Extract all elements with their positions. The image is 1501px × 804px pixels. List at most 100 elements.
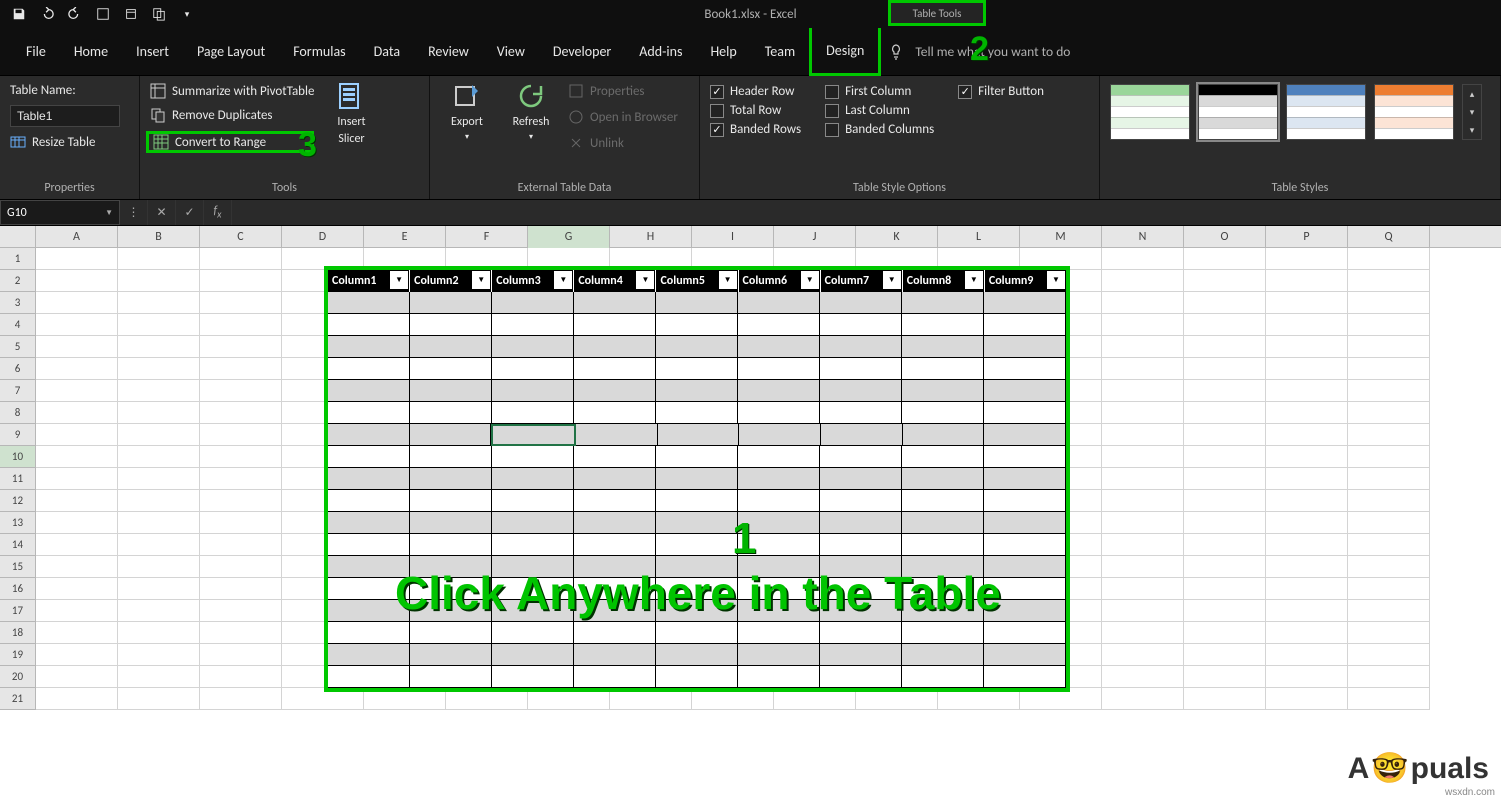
filter-dropdown-icon[interactable]: ▼ [883,271,901,289]
column-header[interactable]: I [692,226,774,248]
table-cell[interactable] [656,490,738,512]
cell[interactable] [1184,512,1266,534]
table-cell[interactable] [328,336,410,358]
cell[interactable] [1102,556,1184,578]
table-cell[interactable] [984,490,1066,512]
cell[interactable] [1102,380,1184,402]
cell[interactable] [200,490,282,512]
table-cell[interactable] [656,468,738,490]
table-cell[interactable] [902,512,984,534]
table-cell[interactable] [574,336,656,358]
table-cell[interactable] [821,424,903,446]
table-cell[interactable] [902,446,984,468]
cell[interactable] [1184,446,1266,468]
row-header[interactable]: 17 [0,600,36,622]
table-cell[interactable] [820,622,902,644]
column-header[interactable]: O [1184,226,1266,248]
table-cell[interactable] [820,468,902,490]
row-header[interactable]: 15 [0,556,36,578]
table-cell[interactable] [574,446,656,468]
table-cell[interactable] [410,424,492,446]
redo-icon[interactable] [64,3,86,25]
table-cell[interactable] [492,314,574,336]
cell[interactable] [36,358,118,380]
tab-insert[interactable]: Insert [122,28,183,76]
table-cell[interactable] [328,512,410,534]
table-cell[interactable] [738,336,820,358]
cell[interactable] [118,512,200,534]
cell[interactable] [1102,688,1184,710]
table-cell[interactable] [656,336,738,358]
table-cell[interactable] [492,358,574,380]
cell[interactable] [1266,380,1348,402]
table-cell[interactable] [410,512,492,534]
cell[interactable] [200,622,282,644]
cell[interactable] [118,468,200,490]
tab-design[interactable]: Design [809,28,881,76]
cell[interactable] [1184,490,1266,512]
cell[interactable] [1266,336,1348,358]
cell[interactable] [118,622,200,644]
cell[interactable] [1348,424,1430,446]
cell[interactable] [1102,446,1184,468]
table-cell[interactable] [574,314,656,336]
cell[interactable] [1102,314,1184,336]
cell[interactable] [36,446,118,468]
row-header[interactable]: 9 [0,424,36,446]
cell[interactable] [118,600,200,622]
table-cell[interactable] [574,622,656,644]
table-cell[interactable] [820,446,902,468]
cell[interactable] [1348,446,1430,468]
column-header[interactable]: C [200,226,282,248]
table-cell[interactable] [984,666,1066,688]
table-cell[interactable] [574,402,656,424]
table-cell[interactable] [656,622,738,644]
cell[interactable] [1102,424,1184,446]
remove-duplicates-button[interactable]: Remove Duplicates [150,107,314,123]
table-cell[interactable] [656,512,738,534]
cell[interactable] [36,336,118,358]
cell[interactable] [36,314,118,336]
cell[interactable] [1102,292,1184,314]
cell[interactable] [1348,380,1430,402]
table-cell[interactable] [492,292,574,314]
excel-table[interactable]: Column1▼Column2▼Column3▼Column4▼Column5▼… [324,266,1070,692]
table-cell[interactable] [984,292,1066,314]
table-cell[interactable] [410,666,492,688]
row-header[interactable]: 7 [0,380,36,402]
table-cell[interactable] [820,380,902,402]
table-cell[interactable] [410,534,492,556]
table-style-swatch[interactable] [1110,84,1190,140]
table-cell[interactable] [574,512,656,534]
cell[interactable] [118,534,200,556]
column-header[interactable]: P [1266,226,1348,248]
cell[interactable] [200,512,282,534]
cell[interactable] [1102,336,1184,358]
cell[interactable] [1348,358,1430,380]
table-cell[interactable] [902,534,984,556]
table-cell[interactable] [902,336,984,358]
cell[interactable] [200,556,282,578]
cell[interactable] [118,292,200,314]
fx-icon[interactable]: fx [204,200,232,225]
cell[interactable] [118,336,200,358]
table-cell[interactable] [574,380,656,402]
filter-dropdown-icon[interactable]: ▼ [965,271,983,289]
row-header[interactable]: 16 [0,578,36,600]
convert-to-range-button[interactable]: Convert to Range [146,131,314,153]
table-cell[interactable] [574,292,656,314]
table-cell[interactable] [902,380,984,402]
cell[interactable] [118,556,200,578]
table-cell[interactable] [738,358,820,380]
resize-table-button[interactable]: Resize Table [10,134,95,150]
column-header[interactable]: E [364,226,446,248]
table-cell[interactable] [738,314,820,336]
table-cell[interactable] [410,446,492,468]
insert-slicer-button[interactable]: Insert Slicer [324,80,378,146]
table-style-swatch[interactable] [1286,84,1366,140]
cell[interactable] [1102,622,1184,644]
cell[interactable] [36,556,118,578]
cell[interactable] [36,622,118,644]
cell[interactable] [1102,468,1184,490]
table-cell[interactable] [410,490,492,512]
